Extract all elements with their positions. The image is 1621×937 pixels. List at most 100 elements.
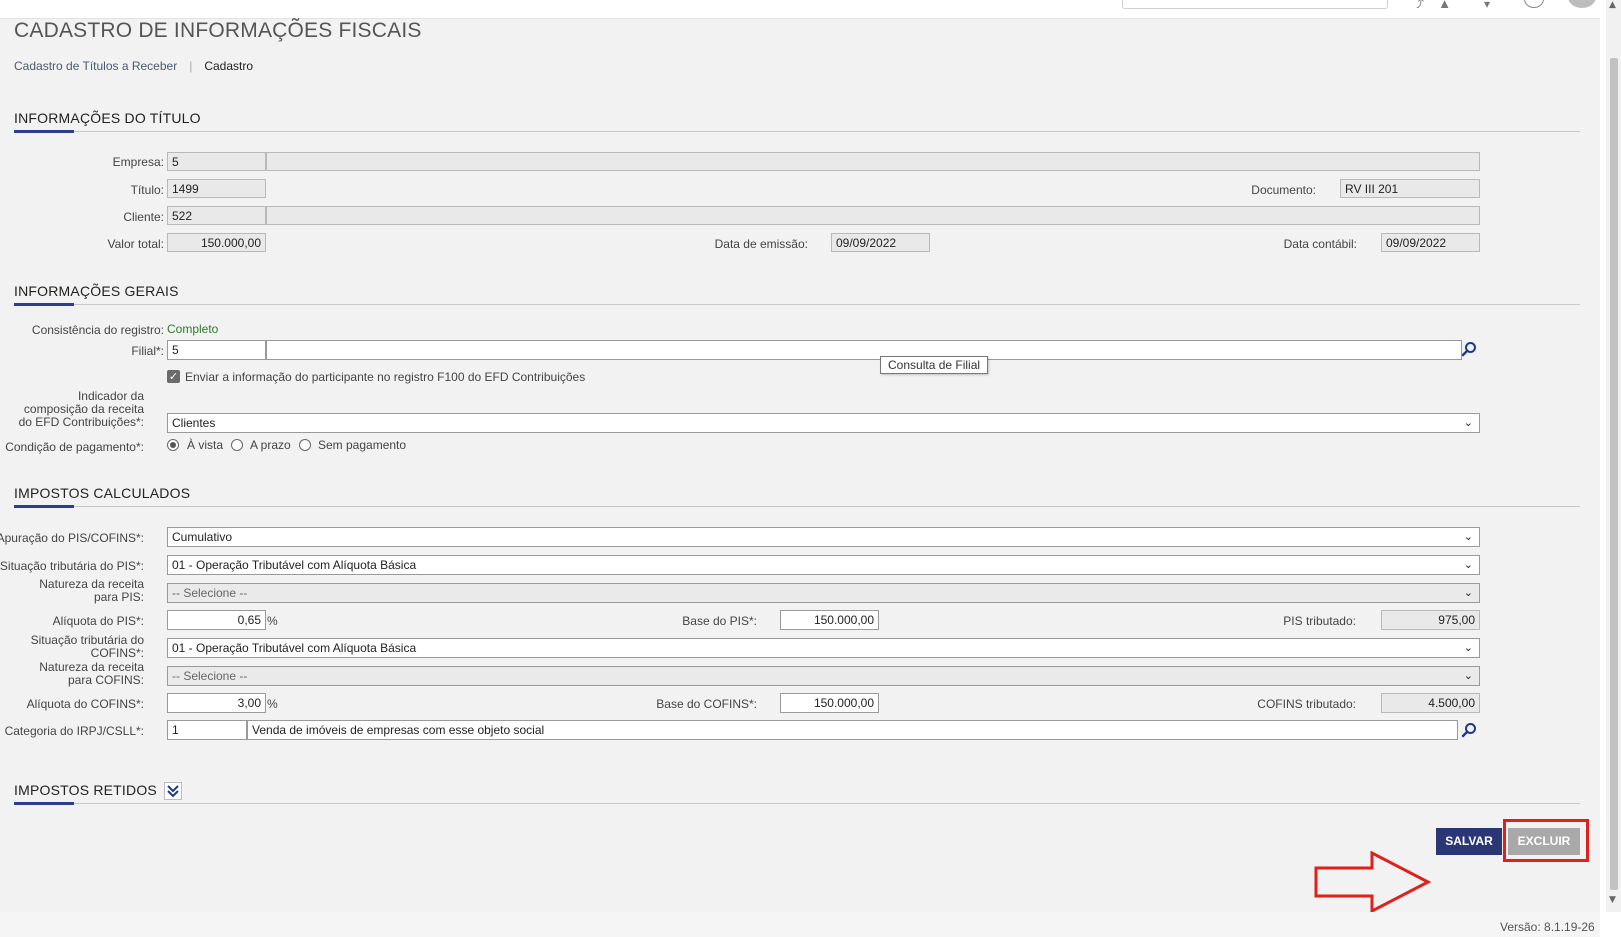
empresa-label: Empresa: — [112, 155, 164, 169]
filial-name-input[interactable] — [266, 340, 1462, 360]
base-pis-label: Base do PIS*: — [682, 614, 757, 628]
chevron-down-icon: ⌄ — [1463, 587, 1473, 599]
divider — [14, 131, 1580, 132]
help-icon[interactable] — [1524, 0, 1544, 8]
sit-pis-select-value: 01 - Operação Tributável com Alíquota Bá… — [172, 558, 417, 572]
radio-a-prazo-label: A prazo — [250, 438, 291, 452]
empresa-name-field — [266, 152, 1480, 171]
cliente-code-field: 522 — [167, 206, 266, 225]
top-bar: ⤴ ▲ ▾ — [0, 0, 1600, 19]
pis-tributado-label: PIS tributado: — [1283, 614, 1356, 628]
sit-cofins-select[interactable]: 01 - Operação Tributável com Alíquota Bá… — [167, 638, 1480, 658]
cart-icon[interactable]: ▾ — [1484, 0, 1490, 8]
breadcrumb-current: Cadastro — [204, 59, 254, 73]
section-title-gerais: INFORMAÇÕES GERAIS — [14, 283, 179, 299]
filial-search-icon[interactable] — [1461, 341, 1477, 357]
divider — [14, 506, 1580, 507]
data-contabil-field: 09/09/2022 — [1381, 233, 1480, 252]
double-chevron-down-icon — [167, 785, 179, 798]
scroll-up-icon[interactable]: ▲ — [1609, 0, 1616, 10]
nat-cofins-label: Natureza da receita para COFINS: — [39, 660, 144, 687]
pis-tributado-field: 975,00 — [1381, 610, 1480, 630]
titulo-label: Título: — [130, 183, 164, 197]
data-contabil-label: Data contábil: — [1283, 237, 1357, 251]
chevron-down-icon: ⌄ — [1463, 417, 1473, 429]
irpj-code-input[interactable]: 1 — [167, 720, 247, 740]
indicador-select[interactable]: Clientes ⌄ — [167, 413, 1480, 433]
aliq-cofins-label: Alíquota do COFINS*: — [26, 697, 144, 711]
nat-pis-select[interactable]: -- Selecione -- ⌄ — [167, 583, 1480, 603]
bell-icon[interactable]: ▲ — [1440, 0, 1449, 8]
divider-accent — [14, 303, 74, 306]
aliq-pis-percent: % — [267, 614, 278, 628]
apuracao-select-value: Cumulativo — [172, 530, 233, 544]
chevron-down-icon: ⌄ — [1463, 670, 1473, 682]
save-button[interactable]: SALVAR — [1436, 828, 1502, 855]
nat-pis-select-value: -- Selecione -- — [172, 586, 248, 600]
breadcrumb-link-titulos[interactable]: Cadastro de Títulos a Receber — [14, 59, 177, 73]
avatar[interactable] — [1568, 0, 1596, 8]
chevron-down-icon: ⌄ — [1463, 642, 1473, 654]
base-cofins-label: Base do COFINS*: — [656, 697, 757, 711]
sit-pis-select[interactable]: 01 - Operação Tributável com Alíquota Bá… — [167, 555, 1480, 575]
version-label: Versão: 8.1.19-26 — [1500, 920, 1595, 934]
scroll-down-icon[interactable]: ▼ — [1609, 895, 1616, 905]
section-titulo: INFORMAÇÕES DO TÍTULO — [14, 110, 1580, 134]
chevron-down-icon: ⌄ — [1463, 559, 1473, 571]
section-gerais: INFORMAÇÕES GERAIS — [14, 283, 1580, 307]
data-emissao-field: 09/09/2022 — [831, 233, 930, 252]
base-cofins-input[interactable]: 150.000,00 — [780, 693, 879, 713]
divider — [14, 803, 1580, 804]
page-title: CADASTRO DE INFORMAÇÕES FISCAIS — [14, 19, 422, 42]
radio-sem-pagamento[interactable] — [299, 439, 311, 451]
valor-total-label: Valor total: — [107, 237, 164, 251]
cliente-label: Cliente: — [123, 210, 164, 224]
radio-a-vista[interactable] — [167, 439, 179, 451]
section-title-retidos: IMPOSTOS RETIDOS — [14, 782, 157, 798]
empresa-code-field: 5 — [167, 152, 266, 171]
data-emissao-label: Data de emissão: — [714, 237, 808, 251]
divider-accent — [14, 802, 74, 805]
search-icon — [1137, 0, 1149, 2]
f100-checkbox-label: Enviar a informação do participante no r… — [185, 370, 586, 384]
section-title-impostos: IMPOSTOS CALCULADOS — [14, 485, 191, 501]
link-icon[interactable]: ⤴ — [1412, 0, 1424, 8]
aliq-cofins-percent: % — [267, 697, 278, 711]
filial-code-input[interactable]: 5 — [167, 340, 266, 360]
section-title-titulo: INFORMAÇÕES DO TÍTULO — [14, 110, 201, 126]
base-pis-input[interactable]: 150.000,00 — [780, 610, 879, 630]
radio-a-prazo[interactable] — [231, 439, 243, 451]
divider — [14, 304, 1580, 305]
consistencia-value: Completo — [167, 322, 219, 336]
irpj-desc-input[interactable]: Venda de imóveis de empresas com esse ob… — [247, 720, 1458, 740]
expand-retidos-button[interactable] — [164, 782, 182, 800]
footer — [0, 912, 1600, 937]
titulo-field: 1499 — [167, 179, 266, 198]
irpj-label: Categoria do IRPJ/CSLL*: — [4, 724, 144, 738]
breadcrumb-separator: | — [189, 59, 193, 73]
cofins-tributado-label: COFINS tributado: — [1257, 697, 1356, 711]
radio-a-vista-label: À vista — [187, 438, 224, 452]
scrollbar-thumb[interactable] — [1610, 58, 1618, 890]
irpj-search-icon[interactable] — [1461, 722, 1477, 738]
aliq-cofins-input[interactable]: 3,00 — [167, 693, 266, 713]
sit-pis-label: Situação tributária do PIS*: — [0, 559, 144, 573]
section-impostos: IMPOSTOS CALCULADOS — [14, 485, 1580, 509]
apuracao-label: Apuração do PIS/COFINS*: — [0, 531, 144, 545]
filial-tooltip: Consulta de Filial — [880, 356, 989, 374]
chevron-down-icon: ⌄ — [1463, 531, 1473, 543]
apuracao-select[interactable]: Cumulativo ⌄ — [167, 527, 1480, 547]
divider-accent — [14, 505, 74, 508]
aliq-pis-input[interactable]: 0,65 — [167, 610, 266, 630]
f100-checkbox[interactable]: ✓ — [167, 370, 180, 383]
nat-cofins-select-value: -- Selecione -- — [172, 669, 248, 683]
top-search-input[interactable] — [1122, 0, 1388, 9]
documento-label: Documento: — [1251, 183, 1316, 197]
sit-cofins-label: Situação tributária do COFINS*: — [30, 633, 144, 660]
nat-cofins-select[interactable]: -- Selecione -- ⌄ — [167, 666, 1480, 686]
divider-accent — [14, 130, 74, 133]
radio-sem-pagamento-label: Sem pagamento — [318, 438, 407, 452]
documento-field: RV III 201 — [1340, 179, 1480, 198]
filial-label: Filial*: — [131, 344, 164, 358]
indicador-select-value: Clientes — [172, 416, 216, 430]
